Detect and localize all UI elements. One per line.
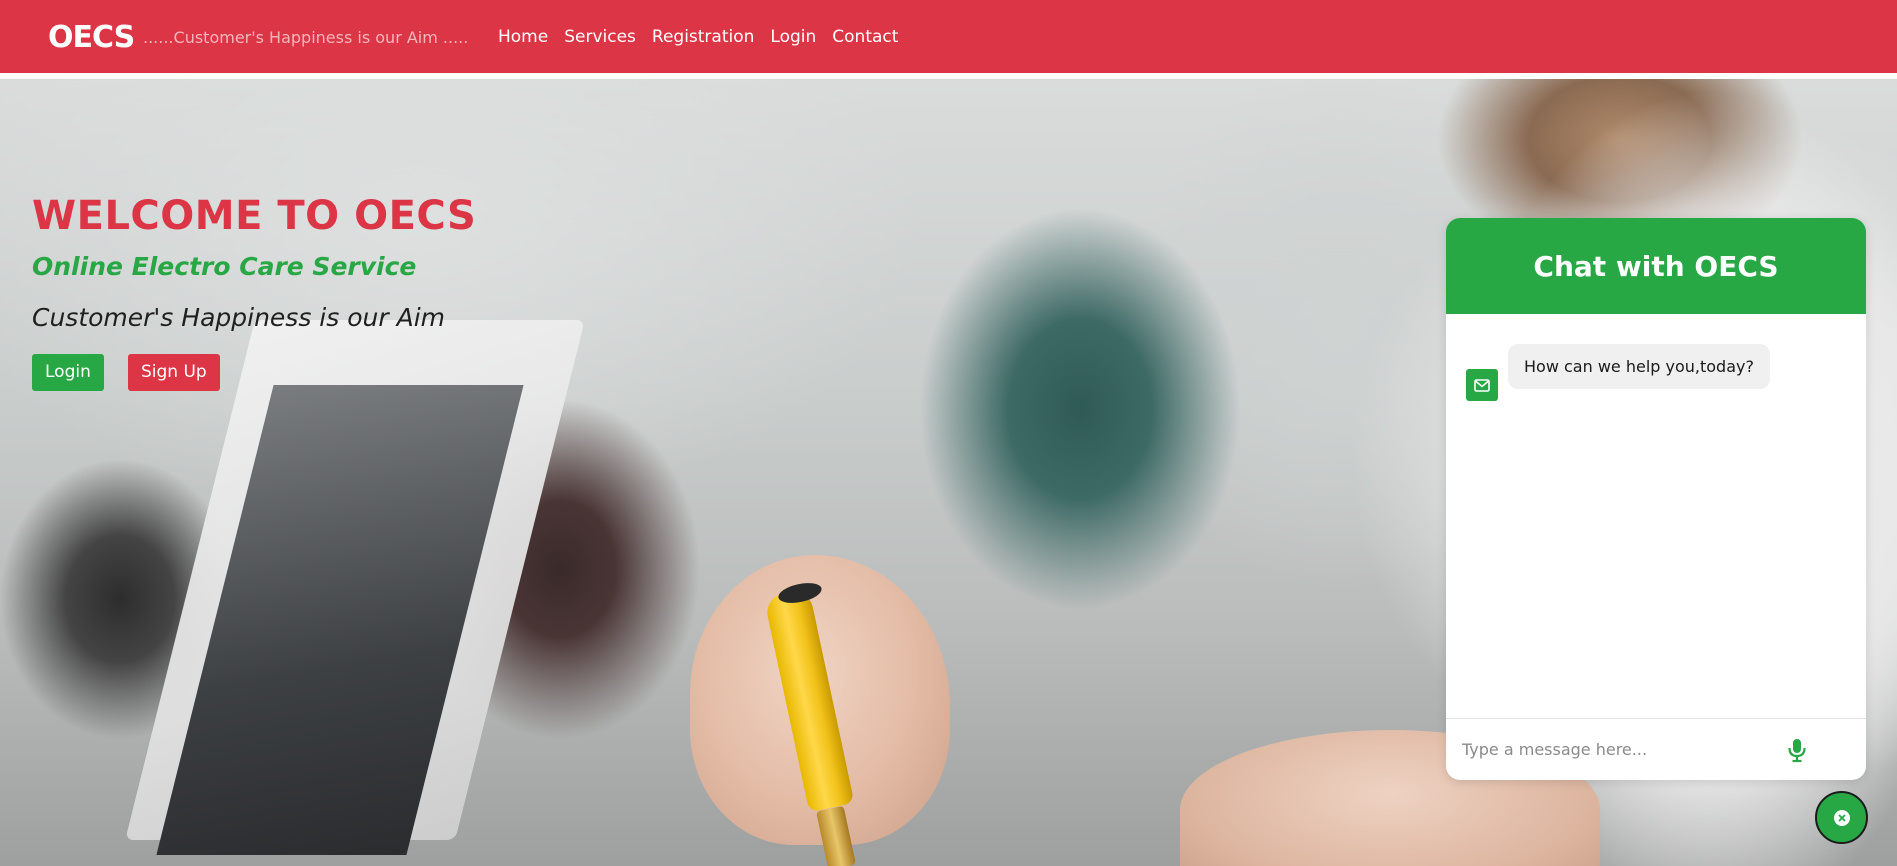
hero-tagline: Customer's Happiness is our Aim: [32, 303, 445, 332]
chat-widget: Chat with OECS How can we help you,today…: [1446, 218, 1866, 780]
hero-title: WELCOME TO OECS: [32, 193, 477, 239]
nav-link-login[interactable]: Login: [770, 27, 816, 47]
nav-links: Home Services Registration Login Contact: [498, 27, 898, 47]
chat-title: Chat with OECS: [1533, 249, 1779, 283]
navbar-tagline: ......Customer's Happiness is our Aim ..…: [143, 28, 469, 47]
nav-link-services[interactable]: Services: [564, 27, 636, 47]
hero-subtitle: Online Electro Care Service: [32, 252, 417, 281]
brand-logo[interactable]: OECS: [48, 20, 135, 55]
nav-link-registration[interactable]: Registration: [652, 27, 755, 47]
close-icon: [1833, 809, 1850, 826]
signup-button[interactable]: Sign Up: [128, 354, 220, 391]
chat-header: Chat with OECS: [1446, 218, 1866, 314]
chat-body: How can we help you,today?: [1446, 314, 1866, 719]
navbar: OECS ......Customer's Happiness is our A…: [0, 0, 1897, 76]
nav-link-contact[interactable]: Contact: [832, 27, 898, 47]
chat-toggle-button[interactable]: [1815, 791, 1868, 844]
envelope-icon: [1466, 369, 1498, 401]
chat-input-row: [1446, 719, 1866, 779]
chat-message-input[interactable]: [1462, 733, 1782, 765]
login-button[interactable]: Login: [32, 354, 104, 391]
nav-link-home[interactable]: Home: [498, 27, 548, 47]
microphone-icon[interactable]: [1786, 737, 1808, 763]
chat-message-bubble: How can we help you,today?: [1508, 344, 1770, 389]
